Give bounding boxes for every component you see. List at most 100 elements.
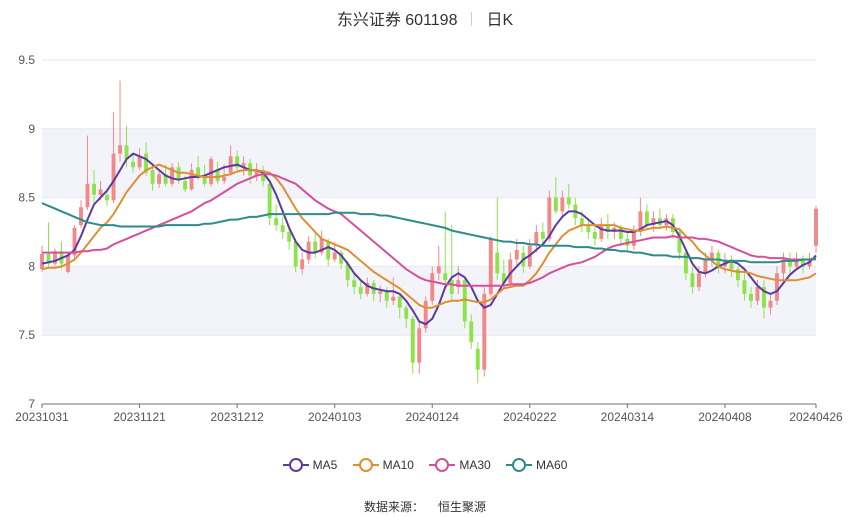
candle-body xyxy=(814,208,818,246)
candle-body xyxy=(222,176,227,182)
candle-body xyxy=(287,232,292,242)
candle-body xyxy=(749,293,753,301)
candle-body xyxy=(306,241,311,260)
candle xyxy=(592,225,597,246)
candle-body xyxy=(332,252,337,260)
candle-body xyxy=(768,300,773,308)
legend-item-ma10[interactable]: MA10 xyxy=(352,458,414,472)
candle-body xyxy=(378,291,383,294)
candle-body xyxy=(326,241,331,260)
candle xyxy=(475,342,480,384)
candle xyxy=(423,296,428,333)
candle xyxy=(410,315,415,374)
candle xyxy=(488,236,493,297)
candle-body xyxy=(293,241,298,267)
legend-circle-ma60 xyxy=(512,458,527,472)
legend-circle-ma10 xyxy=(358,458,373,472)
y-tick-label: 8.5 xyxy=(18,191,35,205)
legend-label-ma5: MA5 xyxy=(312,458,338,472)
x-tick-label: 20231031 xyxy=(15,410,69,424)
candle xyxy=(267,181,272,226)
candle-body xyxy=(495,252,500,274)
candle-body xyxy=(300,259,305,270)
candle xyxy=(280,216,285,239)
legend-label-ma60: MA60 xyxy=(536,458,568,472)
y-tick-label: 9.5 xyxy=(18,53,35,67)
x-tick-label: 20240426 xyxy=(789,410,843,424)
candle-body xyxy=(475,348,480,370)
candle-body xyxy=(92,183,96,195)
legend-item-ma5[interactable]: MA5 xyxy=(282,458,338,472)
candle xyxy=(46,222,51,267)
source-value: 恒生聚源 xyxy=(438,500,487,514)
legend-item-ma30[interactable]: MA30 xyxy=(429,458,491,472)
candle xyxy=(508,252,513,288)
gridlines xyxy=(42,59,816,405)
data-source: 数据来源： 恒生聚源 xyxy=(0,498,850,515)
x-tick-label: 20240222 xyxy=(503,410,557,424)
candle-body xyxy=(742,280,747,294)
y-tick-label: 9 xyxy=(28,122,35,136)
candle-body xyxy=(98,189,103,195)
candle-body xyxy=(352,280,357,288)
legend-marker-ma60 xyxy=(506,458,533,472)
candle-body xyxy=(703,259,708,274)
candle-body xyxy=(358,287,363,294)
candlestick-chart: 7 7.5 8 8.5 9 9.5 20231031 20231121 20231212 2024… xyxy=(15,53,843,424)
x-tick-label: 20231121 xyxy=(113,410,166,424)
candle-body xyxy=(618,227,623,239)
legend-item-ma60[interactable]: MA60 xyxy=(506,458,567,472)
candle-body xyxy=(150,170,155,184)
candle-body xyxy=(683,252,688,274)
legend-circle-ma5 xyxy=(288,458,303,472)
candle-body xyxy=(397,296,402,308)
candle xyxy=(313,233,318,259)
x-tick-label: 20240103 xyxy=(308,410,362,424)
legend-marker-ma30 xyxy=(429,458,456,472)
candle-body xyxy=(267,183,272,219)
candle xyxy=(495,197,500,281)
candle-body xyxy=(631,232,636,246)
candle-body xyxy=(118,145,123,154)
candle-body xyxy=(436,266,441,274)
candle xyxy=(814,205,818,253)
axes: 7 7.5 8 8.5 9 9.5 20231031 20231121 20231212 2024… xyxy=(15,53,843,424)
candle-body xyxy=(755,287,760,301)
candle xyxy=(274,204,279,231)
y-tick-label: 7 xyxy=(28,397,35,411)
x-tick-label: 20240124 xyxy=(406,410,460,424)
candle-body xyxy=(274,218,279,226)
candle-body xyxy=(79,207,83,226)
candle-body xyxy=(592,232,597,239)
legend-label-ma30: MA30 xyxy=(459,458,491,472)
candle xyxy=(306,236,311,264)
candle xyxy=(443,211,448,288)
candle-body xyxy=(183,181,188,190)
candles xyxy=(40,80,818,384)
grid-band xyxy=(42,128,816,198)
candle xyxy=(118,80,123,162)
candle-body xyxy=(384,291,389,301)
candle xyxy=(319,230,324,256)
candle-body xyxy=(540,232,545,239)
candle xyxy=(657,208,662,228)
legend-marker-ma10 xyxy=(352,458,379,472)
background-bands xyxy=(42,128,816,336)
candle-body xyxy=(131,161,136,168)
candle xyxy=(631,225,636,250)
source-label: 数据来源： xyxy=(363,500,424,514)
legend-label-ma10: MA10 xyxy=(382,458,414,472)
candle-body xyxy=(775,273,779,301)
candle-body xyxy=(514,249,519,260)
candle xyxy=(111,112,116,204)
candle xyxy=(79,200,83,228)
candle-body xyxy=(137,156,142,168)
x-tick-label: 20240408 xyxy=(698,410,752,424)
candle xyxy=(53,248,57,267)
candle-body xyxy=(391,296,396,301)
candle-body xyxy=(443,273,448,281)
candle-body xyxy=(449,280,454,294)
legend: MA5 MA10 MA30 MA60 xyxy=(0,458,850,475)
candle-body xyxy=(469,321,474,343)
candle-body xyxy=(566,197,571,205)
